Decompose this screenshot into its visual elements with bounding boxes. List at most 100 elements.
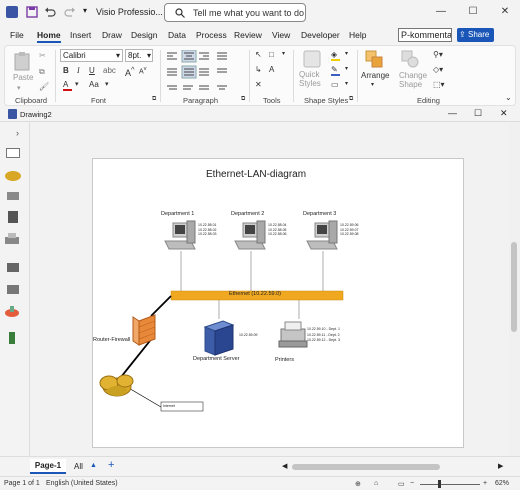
rectangle-dropdown-icon[interactable]: ▾ <box>282 50 285 57</box>
fill-icon[interactable]: ◈ <box>331 50 340 61</box>
italic-button[interactable]: I <box>77 66 80 75</box>
tab-data[interactable]: Data <box>168 30 186 40</box>
diagram-title[interactable]: Ethernet-LAN-diagram <box>206 169 306 180</box>
undo-icon[interactable] <box>44 6 56 18</box>
bold-button[interactable]: B <box>63 66 69 75</box>
zoom-level[interactable]: 62% <box>495 480 509 487</box>
server-stencil-icon[interactable] <box>6 210 20 224</box>
shape-styles-dialog-launcher-icon[interactable]: ⧉ <box>349 96 353 103</box>
effects-icon[interactable]: ▭ <box>331 80 339 89</box>
cut-icon[interactable]: ✂ <box>39 51 46 60</box>
computer-icon[interactable] <box>306 220 338 250</box>
fit-page-icon[interactable]: ⊕ <box>355 480 361 488</box>
department-label[interactable]: Department 1 <box>161 211 194 217</box>
printer-stencil-icon[interactable] <box>4 232 20 246</box>
change-shape-button[interactable]: Change Shape <box>399 50 427 89</box>
tab-process[interactable]: Process <box>196 30 227 40</box>
maximize-button[interactable]: ☐ <box>462 4 484 20</box>
comments-box[interactable]: P-kommentarer <box>398 28 452 42</box>
computer-icon[interactable] <box>164 220 196 250</box>
expand-panel-icon[interactable]: › <box>16 128 19 138</box>
find-icon[interactable]: ⚲▾ <box>433 50 443 59</box>
router-stencil-icon[interactable] <box>6 190 20 202</box>
printers-label[interactable]: Printers <box>275 357 294 363</box>
fill-dropdown-icon[interactable]: ▾ <box>345 50 348 57</box>
arrange-button[interactable]: Arrange ▾ <box>361 50 389 88</box>
printer-icon[interactable] <box>278 321 308 348</box>
line-dropdown-icon[interactable]: ▾ <box>345 65 348 72</box>
select-icon[interactable]: ⬚▾ <box>433 80 445 89</box>
save-icon[interactable] <box>26 6 38 18</box>
zoom-out-button[interactable]: − <box>410 480 414 487</box>
tab-help[interactable]: Help <box>349 30 366 40</box>
zoom-slider-thumb[interactable] <box>438 480 441 488</box>
page-indicator[interactable]: Page 1 of 1 <box>4 480 40 487</box>
tab-draw[interactable]: Draw <box>102 30 122 40</box>
grow-font-icon[interactable]: A^ <box>125 65 135 78</box>
tab-review[interactable]: Review <box>234 30 262 40</box>
network-stencil-icon[interactable] <box>4 330 20 346</box>
internet-cloud-icon[interactable] <box>99 374 134 397</box>
switch-stencil-icon[interactable] <box>6 260 20 274</box>
horizontal-scroll-thumb[interactable] <box>292 464 440 470</box>
layers-icon[interactable]: ◇▾ <box>433 65 443 74</box>
font-family-select[interactable]: Calibri ▾ <box>60 49 123 62</box>
scroll-thumb[interactable] <box>511 242 517 332</box>
format-painter-icon[interactable]: 🖌 <box>39 82 49 91</box>
close-button[interactable]: ✕ <box>494 4 516 20</box>
connection-point-icon[interactable]: ✕ <box>255 80 262 89</box>
firewall-label[interactable]: Router-Firewall <box>93 337 130 343</box>
server-label[interactable]: Department Server <box>193 356 239 362</box>
doc-minimize-button[interactable]: — <box>448 108 457 118</box>
doc-restore-button[interactable]: ☐ <box>474 108 482 119</box>
department-label[interactable]: Department 3 <box>303 211 336 217</box>
font-size-select[interactable]: 8pt. ▾ <box>125 49 153 62</box>
copy-icon[interactable]: ⧉ <box>39 67 45 77</box>
ethernet-label[interactable]: Ethernet (10.22.59.0) <box>229 291 281 297</box>
department-label[interactable]: Department 2 <box>231 211 264 217</box>
text-tool-icon[interactable]: A <box>269 65 274 74</box>
rectangle-tool-icon[interactable]: □ <box>269 50 274 59</box>
search-box[interactable]: Tell me what you want to do <box>164 3 306 22</box>
paste-dropdown-icon[interactable]: ▾ <box>17 84 21 92</box>
tab-home[interactable]: Home <box>37 30 61 43</box>
quick-styles-button[interactable]: Quick Styles <box>299 50 321 88</box>
ribbon-collapse-icon[interactable]: ⌄ <box>505 93 512 102</box>
redo-icon[interactable] <box>64 6 76 18</box>
tab-insert[interactable]: Insert <box>70 30 91 40</box>
more-shapes-icon[interactable] <box>6 148 20 158</box>
vertical-scrollbar[interactable] <box>509 122 520 456</box>
line-icon[interactable]: ✎ <box>331 65 340 76</box>
language-indicator[interactable]: English (United States) <box>46 480 118 487</box>
globe-stencil-icon[interactable] <box>4 304 20 318</box>
paragraph-dialog-launcher-icon[interactable]: ⧉ <box>241 96 245 103</box>
firewall-icon[interactable] <box>132 314 156 346</box>
case-button[interactable]: Aa <box>89 80 99 89</box>
switch-windows-icon[interactable]: ▭ <box>398 480 405 488</box>
zoom-slider[interactable] <box>420 484 480 485</box>
minimize-button[interactable]: — <box>430 4 452 20</box>
add-page-icon[interactable]: + <box>108 459 114 471</box>
doc-close-button[interactable]: ✕ <box>500 108 508 119</box>
server-icon[interactable] <box>203 320 235 356</box>
page-tab[interactable]: Page-1 <box>30 459 66 474</box>
all-pages-dropdown-icon[interactable]: ▲ <box>90 462 97 469</box>
scroll-right-icon[interactable]: ▶ <box>498 462 503 470</box>
tab-file[interactable]: File <box>10 30 24 40</box>
pan-zoom-icon[interactable]: ⌂ <box>374 480 378 487</box>
font-color-dropdown-icon[interactable]: ▾ <box>75 80 79 88</box>
strikethrough-button[interactable]: abc <box>103 66 116 75</box>
scroll-left-icon[interactable]: ◀ <box>282 462 287 470</box>
effects-dropdown-icon[interactable]: ▾ <box>345 80 348 87</box>
tab-design[interactable]: Design <box>131 30 157 40</box>
font-color-button[interactable]: A <box>63 80 72 91</box>
shrink-font-icon[interactable]: Av <box>139 66 147 75</box>
underline-button[interactable]: U <box>89 66 95 75</box>
connector-tool-icon[interactable]: ↳ <box>255 65 262 74</box>
share-button[interactable]: ⇪ Share <box>457 28 494 42</box>
tab-view[interactable]: View <box>272 30 290 40</box>
pointer-tool-icon[interactable]: ↖ <box>255 50 262 59</box>
drawing-page[interactable]: Ethernet-LAN-diagram Department 1 Depart… <box>92 158 464 448</box>
computer-icon[interactable] <box>234 220 266 250</box>
paste-button[interactable]: Paste <box>13 51 33 82</box>
